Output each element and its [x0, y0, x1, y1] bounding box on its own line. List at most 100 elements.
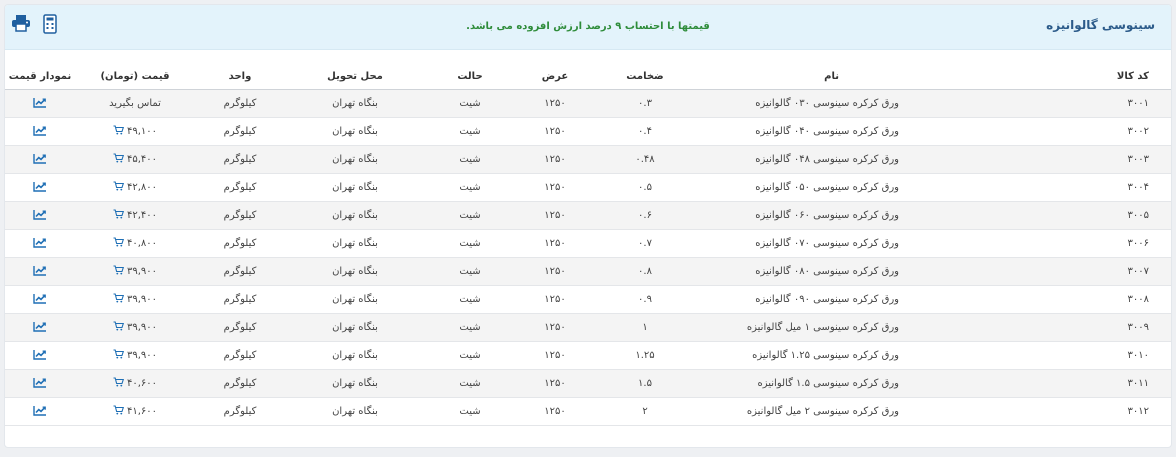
cell-price: تماس بگیرید — [75, 89, 195, 118]
calculator-icon[interactable] — [42, 14, 64, 34]
cell-state: شیت — [425, 257, 515, 286]
cell-state: شیت — [425, 369, 515, 398]
price-table: کد کالا نام ضخامت عرض حالت محل تحویل واح… — [5, 63, 1171, 426]
cell-chart — [5, 285, 75, 314]
cell-chart — [5, 369, 75, 398]
price-chart-icon[interactable] — [33, 209, 47, 223]
cell-chart — [5, 397, 75, 426]
col-state: حالت — [425, 63, 515, 90]
price-chart-icon[interactable] — [33, 265, 47, 279]
cell-thickness: ۰.۴۸ — [595, 145, 695, 174]
price-value: ۴۰,۶۰۰ — [126, 378, 158, 389]
cell-delivery: بنگاه تهران — [285, 229, 425, 258]
table-row: ۳۰۰۶ ورق کرکره سینوسی ۰۷۰ گالوانیزه ۰.۷ ۱۲۵… — [5, 229, 1171, 258]
cell-thickness: ۱ — [595, 313, 695, 342]
cell-code: ۳۰۰۱ — [1075, 89, 1171, 118]
price-chart-icon[interactable] — [33, 405, 47, 419]
table-row: ۳۰۰۳ ورق کرکره سینوسی ۰۴۸ گالوانیزه ۰.۴۸ ۱۲… — [5, 145, 1171, 174]
cart-icon[interactable] — [113, 265, 125, 278]
price-chart-icon[interactable] — [33, 377, 47, 391]
cell-chart — [5, 341, 75, 370]
cell-unit: کیلوگرم — [195, 397, 285, 426]
table-row: ۳۰۰۵ ورق کرکره سینوسی ۰۶۰ گالوانیزه ۰.۶ ۱۲۵… — [5, 201, 1171, 230]
cell-unit: کیلوگرم — [195, 313, 285, 342]
cell-name: ورق کرکره سینوسی ۰۸۰ گالوانیزه — [695, 257, 1075, 286]
price-chart-icon[interactable] — [33, 153, 47, 167]
cell-code: ۳۰۰۴ — [1075, 173, 1171, 202]
col-thickness: ضخامت — [595, 63, 695, 90]
cart-icon[interactable] — [113, 153, 125, 166]
table-row: ۳۰۱۰ ورق کرکره سینوسی ۱.۲۵ گالوانیزه ۱.۲۵ ۱… — [5, 341, 1171, 370]
price-value: تماس بگیرید — [109, 98, 161, 109]
cart-icon[interactable] — [113, 293, 125, 306]
price-chart-icon[interactable] — [33, 125, 47, 139]
cell-delivery: بنگاه تهران — [285, 397, 425, 426]
table-row: ۳۰۰۷ ورق کرکره سینوسی ۰۸۰ گالوانیزه ۰.۸ ۱۲۵… — [5, 257, 1171, 286]
cell-code: ۳۰۰۸ — [1075, 285, 1171, 314]
price-chart-icon[interactable] — [33, 321, 47, 335]
cell-chart — [5, 89, 75, 118]
cell-thickness: ۰.۴ — [595, 117, 695, 146]
cell-state: شیت — [425, 89, 515, 118]
price-chart-icon[interactable] — [33, 237, 47, 251]
cell-width: ۱۲۵۰ — [515, 369, 595, 398]
cell-width: ۱۲۵۰ — [515, 397, 595, 426]
table-row: ۳۰۰۲ ورق کرکره سینوسی ۰۴۰ گالوانیزه ۰.۴ ۱۲۵… — [5, 117, 1171, 146]
cell-width: ۱۲۵۰ — [515, 313, 595, 342]
price-chart-icon[interactable] — [33, 181, 47, 195]
cell-delivery: بنگاه تهران — [285, 369, 425, 398]
cart-icon[interactable] — [113, 321, 125, 334]
cell-chart — [5, 257, 75, 286]
printer-icon[interactable] — [11, 14, 33, 34]
price-value: ۴۹,۱۰۰ — [126, 126, 158, 137]
cell-width: ۱۲۵۰ — [515, 285, 595, 314]
cell-width: ۱۲۵۰ — [515, 201, 595, 230]
toolbar — [11, 14, 68, 34]
cart-icon[interactable] — [113, 125, 125, 138]
cell-delivery: بنگاه تهران — [285, 341, 425, 370]
cell-unit: کیلوگرم — [195, 369, 285, 398]
cart-icon[interactable] — [113, 237, 125, 250]
price-value: ۳۹,۹۰۰ — [126, 294, 158, 305]
cell-chart — [5, 229, 75, 258]
cell-state: شیت — [425, 173, 515, 202]
cell-code: ۳۰۰۳ — [1075, 145, 1171, 174]
cell-unit: کیلوگرم — [195, 89, 285, 118]
cell-unit: کیلوگرم — [195, 285, 285, 314]
cart-icon[interactable] — [113, 349, 125, 362]
cell-delivery: بنگاه تهران — [285, 89, 425, 118]
price-chart-icon[interactable] — [33, 293, 47, 307]
cell-delivery: بنگاه تهران — [285, 145, 425, 174]
table-row: ۳۰۰۱ ورق کرکره سینوسی ۰۳۰ گالوانیزه ۰.۳ ۱۲۵… — [5, 89, 1171, 118]
cell-unit: کیلوگرم — [195, 229, 285, 258]
cell-name: ورق کرکره سینوسی ۰۶۰ گالوانیزه — [695, 201, 1075, 230]
cart-icon[interactable] — [113, 181, 125, 194]
cart-icon[interactable] — [113, 209, 125, 222]
table-row: ۳۰۰۴ ورق کرکره سینوسی ۰۵۰ گالوانیزه ۰.۵ ۱۲۵… — [5, 173, 1171, 202]
price-value: ۴۰,۸۰۰ — [126, 238, 158, 249]
cart-icon[interactable] — [113, 405, 125, 418]
cell-state: شیت — [425, 229, 515, 258]
cell-width: ۱۲۵۰ — [515, 229, 595, 258]
col-chart: نمودار قیمت — [5, 63, 75, 90]
product-card: سینوسی گالوانیزه قیمتها با احتساب ۹ درصد… — [4, 4, 1172, 448]
col-name: نام — [695, 63, 1075, 90]
table-row: ۳۰۰۸ ورق کرکره سینوسی ۰۹۰ گالوانیزه ۰.۹ ۱۲۵… — [5, 285, 1171, 314]
cell-price: ۴۰,۶۰۰ — [75, 369, 195, 398]
cell-name: ورق کرکره سینوسی ۰۴۸ گالوانیزه — [695, 145, 1075, 174]
cell-width: ۱۲۵۰ — [515, 173, 595, 202]
price-chart-icon[interactable] — [33, 349, 47, 363]
price-value: ۳۹,۹۰۰ — [126, 350, 158, 361]
cell-thickness: ۰.۵ — [595, 173, 695, 202]
cell-chart — [5, 201, 75, 230]
price-chart-icon[interactable] — [33, 97, 47, 111]
cell-thickness: ۰.۸ — [595, 257, 695, 286]
cell-unit: کیلوگرم — [195, 173, 285, 202]
cell-price: ۳۹,۹۰۰ — [75, 257, 195, 286]
table-row: ۳۰۱۱ ورق کرکره سینوسی ۱.۵ گالوانیزه ۱.۵ ۱۲۵… — [5, 369, 1171, 398]
cell-chart — [5, 173, 75, 202]
cell-thickness: ۰.۹ — [595, 285, 695, 314]
cart-icon[interactable] — [113, 377, 125, 390]
cell-code: ۳۰۰۲ — [1075, 117, 1171, 146]
cell-state: شیت — [425, 285, 515, 314]
